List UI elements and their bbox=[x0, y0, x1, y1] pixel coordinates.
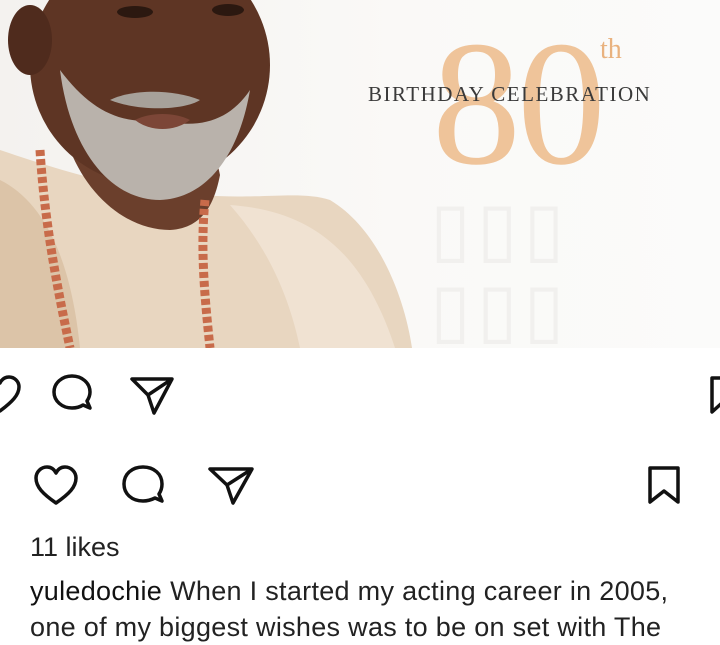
action-row bbox=[0, 460, 720, 510]
action-row-upper bbox=[0, 370, 720, 420]
post-image[interactable]: ▯▯▯ ▯▯▯ 80 th BIRTHDAY CELEBRATION bbox=[0, 0, 720, 348]
username-link[interactable]: yuledochie bbox=[30, 576, 162, 606]
heart-outline-icon[interactable] bbox=[0, 373, 22, 417]
background-watermark-shapes: ▯▯▯ ▯▯▯ bbox=[430, 189, 571, 348]
caption-text-1: When I started my acting career in 2005, bbox=[170, 576, 669, 606]
save-button[interactable] bbox=[646, 464, 682, 506]
caption-line-1: yuledochie When I started my acting caree… bbox=[30, 573, 720, 609]
comment-button[interactable] bbox=[120, 463, 168, 509]
celebration-title: BIRTHDAY CELEBRATION bbox=[368, 82, 652, 106]
celebration-suffix: th bbox=[600, 34, 622, 65]
bookmark-outline-icon[interactable] bbox=[708, 374, 720, 416]
celebration-graphic: 80 th BIRTHDAY CELEBRATION bbox=[360, 14, 690, 192]
portrait-illustration bbox=[0, 0, 412, 348]
caption-text-2: one of my biggest wishes was to be on se… bbox=[30, 612, 662, 642]
like-button[interactable] bbox=[32, 463, 80, 509]
comment-bubble-icon[interactable] bbox=[50, 372, 96, 418]
share-button[interactable] bbox=[206, 463, 256, 507]
likes-count[interactable]: 11 likes bbox=[30, 532, 120, 563]
paper-plane-icon[interactable] bbox=[128, 373, 176, 417]
post-caption: yuledochie When I started my acting caree… bbox=[30, 573, 720, 645]
